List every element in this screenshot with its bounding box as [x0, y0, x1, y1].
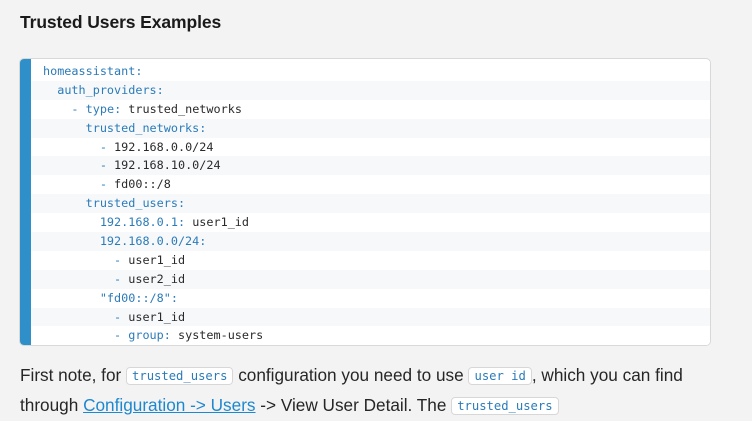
code-line: - type: trusted_networks	[31, 99, 710, 119]
code-value: 192.168.0.0/24	[114, 139, 214, 154]
code-line: - 192.168.0.0/24	[31, 137, 710, 157]
code-line: - user1_id	[31, 307, 710, 327]
prose-text-4: -> View User Detail. The	[255, 394, 452, 415]
code-separator: :	[199, 120, 207, 135]
code-separator: :	[177, 215, 193, 230]
code-key: homeassistant	[43, 64, 136, 78]
code-line: "fd00::/8":	[31, 288, 710, 308]
code-line: - user2_id	[31, 269, 710, 289]
code-separator: :	[177, 196, 186, 211]
code-key: group	[128, 328, 164, 343]
code-separator: :	[135, 64, 143, 78]
code-key: auth_providers	[57, 82, 157, 97]
code-line: - 192.168.10.0/24	[31, 156, 710, 176]
code-dash: -	[114, 252, 129, 267]
code-key: type	[85, 101, 115, 116]
code-key: 192.168.0.0/24	[99, 234, 200, 249]
configuration-users-link[interactable]: Configuration -> Users	[83, 395, 255, 415]
code-value: trusted_networks	[128, 101, 242, 116]
description-paragraph: First note, for trusted_users configurat…	[20, 362, 720, 421]
code-dash: -	[114, 328, 129, 343]
code-dash: -	[99, 158, 115, 173]
code-key: 192.168.0.1	[99, 215, 178, 230]
code-separator: :	[163, 328, 178, 343]
prose-text-1: First note, for	[20, 365, 127, 385]
code-key: "fd00::/8"	[99, 290, 171, 305]
code-line: auth_providers:	[31, 80, 710, 100]
code-line: trusted_networks:	[31, 118, 710, 138]
inline-code-user-id: user id	[468, 367, 532, 385]
code-key: trusted_networks	[85, 120, 200, 135]
code-separator: :	[199, 234, 207, 249]
code-separator: :	[170, 290, 178, 305]
code-dash: -	[114, 309, 129, 324]
code-dash: -	[114, 271, 129, 286]
code-line: 192.168.0.1: user1_id	[31, 213, 710, 233]
code-value: 192.168.10.0/24	[114, 158, 221, 173]
code-dash: -	[71, 101, 86, 116]
code-value: user1_id	[192, 215, 250, 230]
code-dash: -	[99, 177, 115, 192]
code-separator: :	[156, 82, 164, 97]
yaml-code-block[interactable]: homeassistant: auth_providers: - type: t…	[19, 58, 711, 346]
code-line: - user1_id	[31, 250, 710, 270]
code-separator: :	[114, 101, 129, 116]
inline-code-trusted-users: trusted_users	[126, 367, 234, 385]
code-line: 192.168.0.0/24:	[31, 232, 710, 251]
code-line: trusted_users:	[31, 194, 710, 214]
code-line: homeassistant:	[31, 62, 710, 81]
code-value: user1_id	[128, 309, 186, 324]
code-value: fd00::/8	[114, 177, 171, 192]
code-block-accent-bar	[20, 59, 31, 345]
section-heading: Trusted Users Examples	[20, 12, 222, 32]
code-value: user2_id	[128, 271, 186, 286]
code-line: - group: system-users	[31, 326, 710, 345]
code-lines: homeassistant: auth_providers: - type: t…	[31, 62, 710, 345]
code-key: trusted_users	[85, 196, 178, 211]
code-dash: -	[99, 139, 115, 154]
inline-code-trusted-users-2: trusted_users	[451, 396, 559, 415]
code-value: system-users	[177, 328, 264, 343]
code-line: - fd00::/8	[31, 175, 710, 195]
prose-text-2: configuration you need to use	[233, 365, 469, 385]
code-value: user1_id	[128, 252, 186, 267]
